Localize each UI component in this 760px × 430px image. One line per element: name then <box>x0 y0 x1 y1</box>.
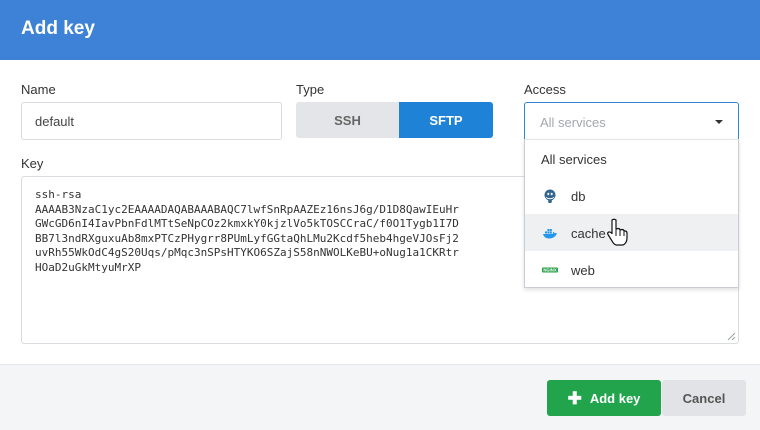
resize-grip-icon[interactable] <box>727 332 736 341</box>
plus-icon: ✚ <box>567 388 582 408</box>
dialog-header: Add key <box>0 0 760 60</box>
cancel-button[interactable]: Cancel <box>662 380 746 416</box>
add-key-label: Add key <box>589 390 641 406</box>
type-sftp-button[interactable]: SFTP <box>399 102 493 138</box>
option-label: cache <box>571 226 606 241</box>
option-label: web <box>571 263 595 278</box>
access-label: Access <box>524 82 566 97</box>
name-label: Name <box>21 82 56 97</box>
access-option-cache[interactable]: cache <box>525 214 738 251</box>
nginx-icon: NGINX <box>542 267 558 273</box>
postgresql-icon <box>544 189 556 203</box>
option-label: db <box>571 189 586 204</box>
dialog-title: Add key <box>21 18 95 39</box>
name-input[interactable] <box>21 102 282 140</box>
type-ssh-button[interactable]: SSH <box>296 102 399 138</box>
access-option-db[interactable]: db <box>525 177 738 214</box>
caret-down-icon[interactable] <box>715 120 723 124</box>
type-label: Type <box>296 82 325 97</box>
access-dropdown-menu: All services db cache NGINX web <box>524 139 739 288</box>
access-option-web[interactable]: NGINX web <box>525 251 738 288</box>
option-label: All services <box>541 152 607 167</box>
svg-text:NGINX: NGINX <box>543 268 556 273</box>
key-label: Key <box>21 156 44 171</box>
access-select-placeholder: All services <box>540 115 606 130</box>
add-key-button[interactable]: ✚ Add key <box>547 380 661 416</box>
docker-whale-icon <box>543 229 557 239</box>
access-option-all-services[interactable]: All services <box>525 140 738 177</box>
access-select[interactable]: All services <box>524 102 739 140</box>
